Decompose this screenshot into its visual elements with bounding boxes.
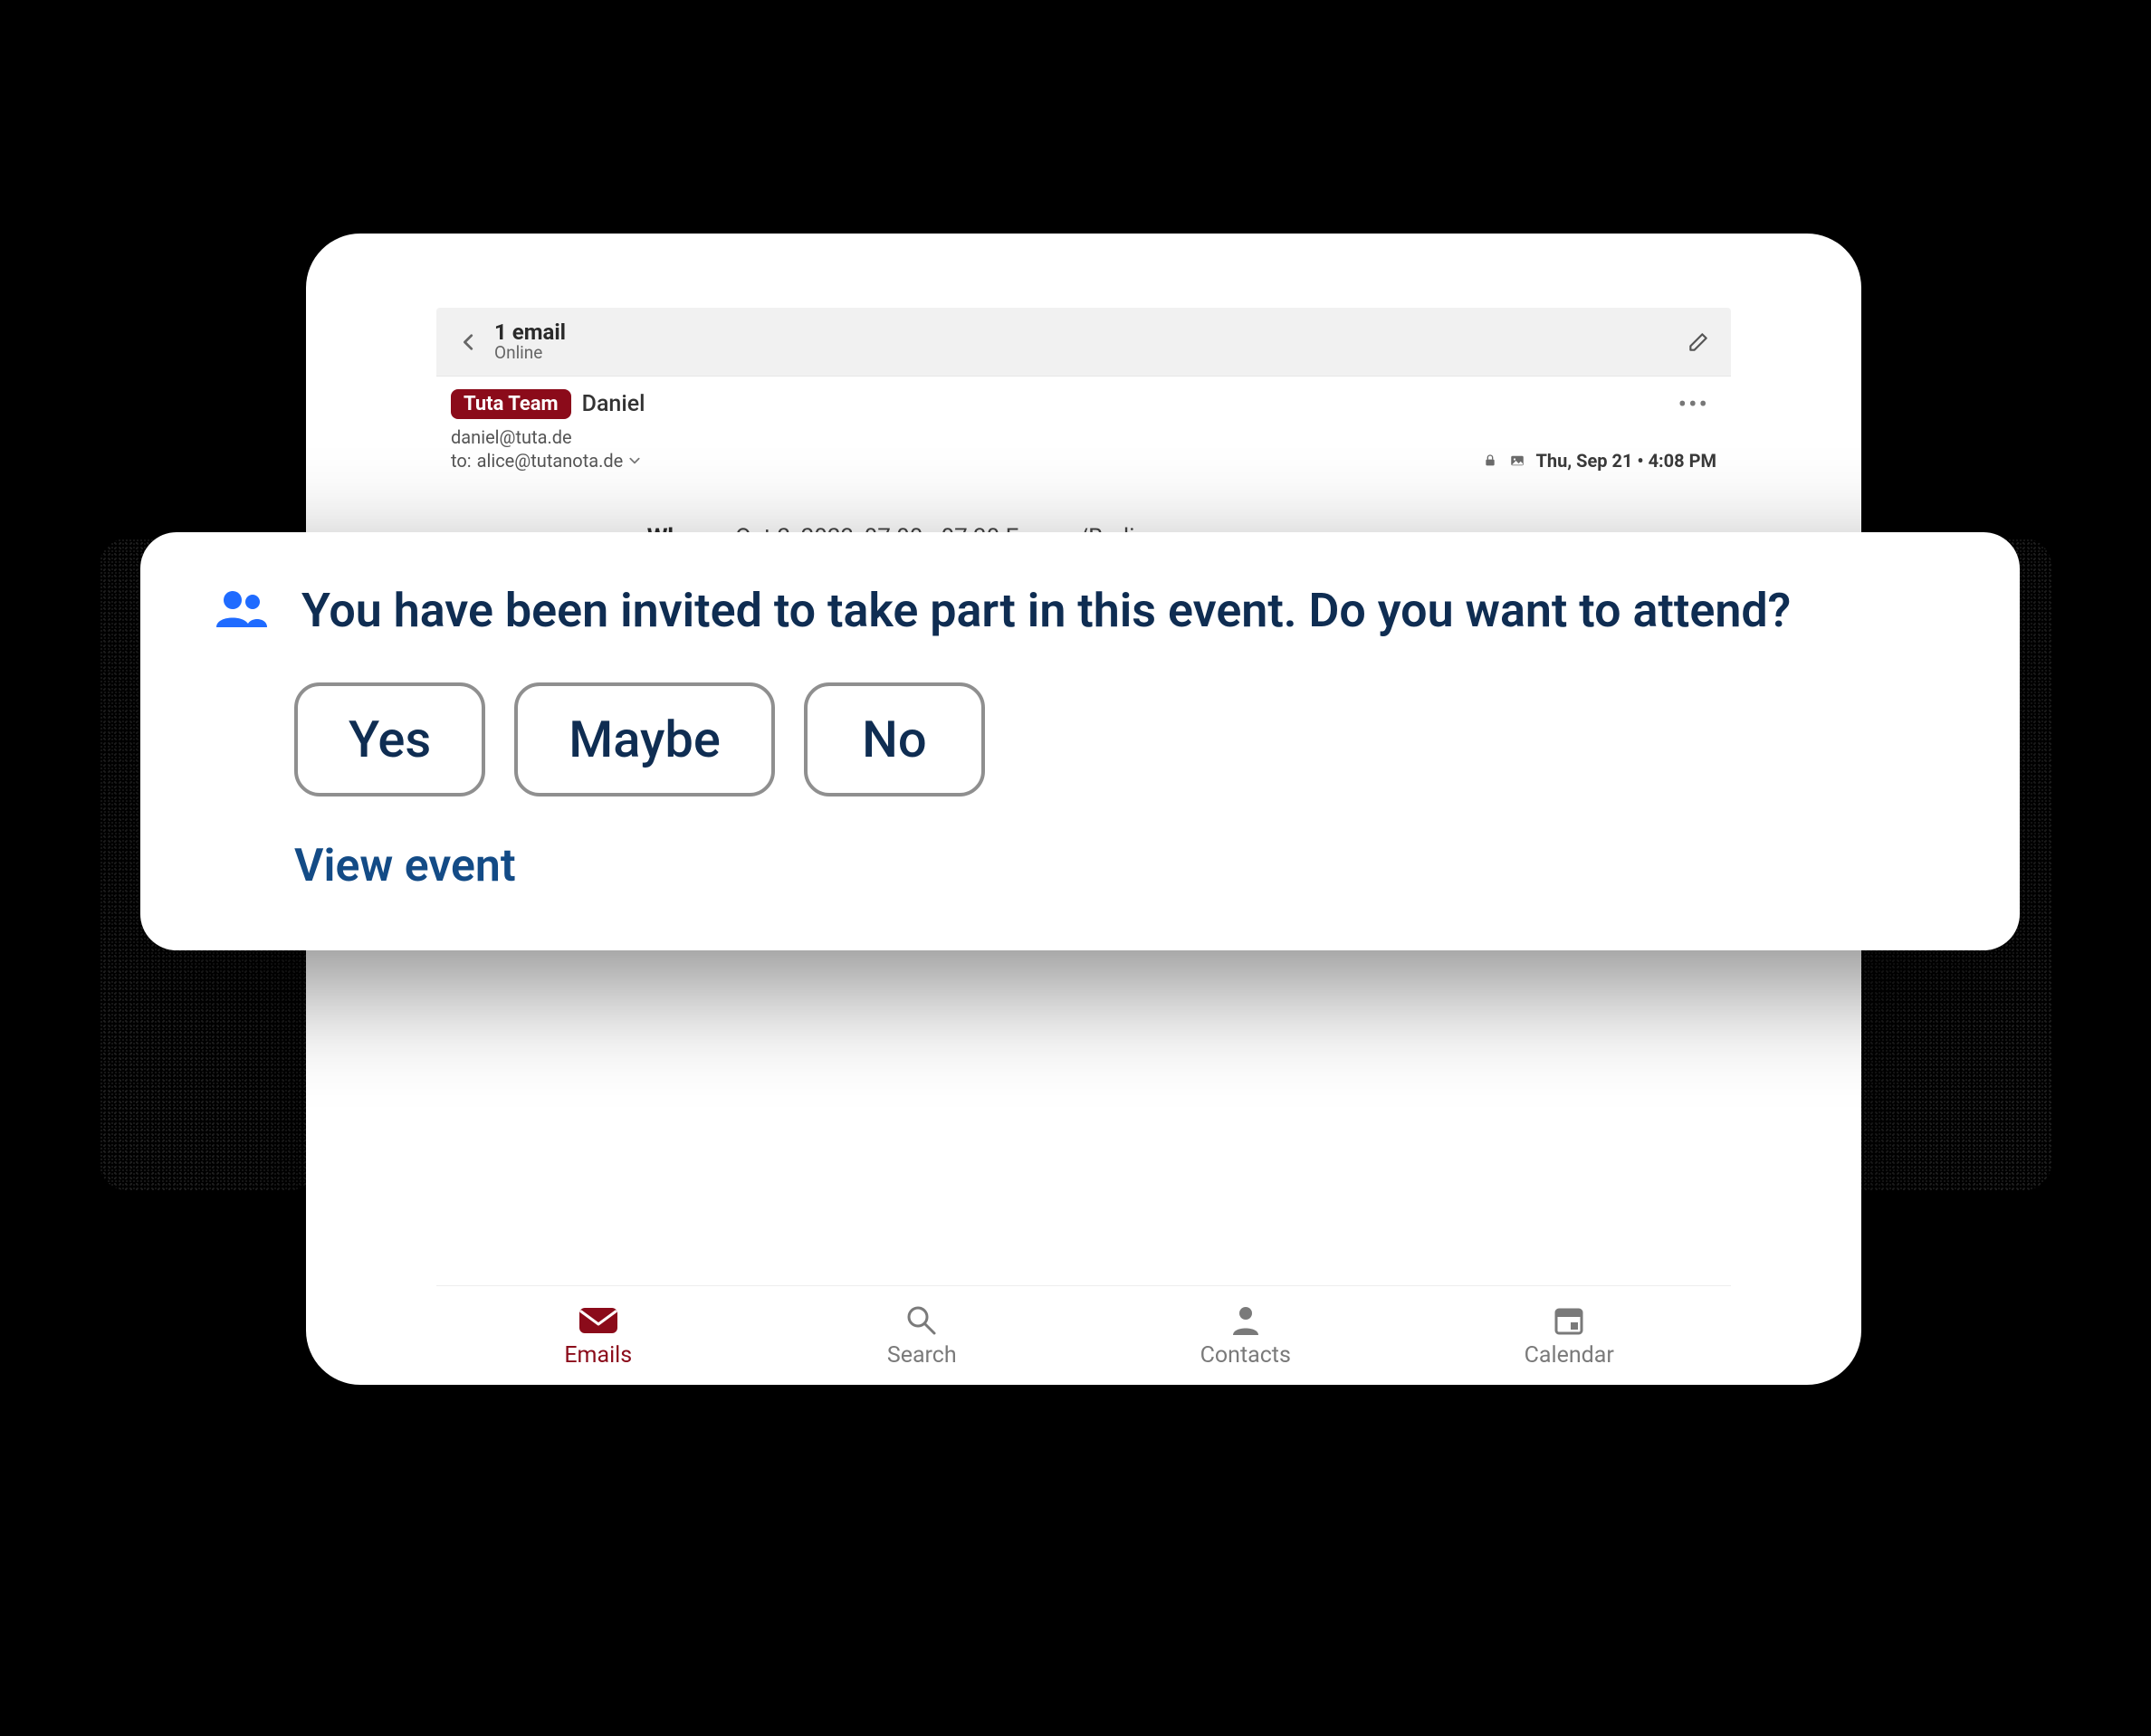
calendar-icon xyxy=(1546,1302,1592,1339)
chevron-down-icon xyxy=(628,450,641,472)
person-icon xyxy=(1223,1302,1268,1339)
nav-search-label: Search xyxy=(887,1342,957,1369)
nav-contacts[interactable]: Contacts xyxy=(1084,1286,1408,1385)
back-button[interactable] xyxy=(451,324,487,360)
compose-icon xyxy=(1687,330,1710,354)
recipient-email: alice@tutanota.de xyxy=(477,450,624,472)
rsvp-yes-button[interactable]: Yes xyxy=(294,682,485,796)
nav-calendar[interactable]: Calendar xyxy=(1408,1286,1732,1385)
compose-button[interactable] xyxy=(1680,324,1716,360)
search-icon xyxy=(899,1302,944,1339)
image-icon xyxy=(1508,452,1526,470)
rsvp-modal: You have been invited to take part in th… xyxy=(140,532,2020,950)
lock-icon xyxy=(1481,452,1499,470)
team-badge: Tuta Team xyxy=(451,389,571,419)
connection-status: Online xyxy=(494,344,1680,363)
view-event-link[interactable]: View event xyxy=(294,840,516,892)
mail-list-header: 1 email Online xyxy=(436,308,1731,377)
message-date: Thu, Sep 21 • 4:08 PM xyxy=(1535,450,1716,472)
sender-row: Tuta Team Daniel ••• xyxy=(436,377,1731,426)
nav-contacts-label: Contacts xyxy=(1200,1342,1291,1369)
to-prefix: to: xyxy=(451,450,472,472)
sender-email: daniel@tuta.de xyxy=(451,426,641,448)
rsvp-no-button[interactable]: No xyxy=(804,682,985,796)
more-menu-button[interactable]: ••• xyxy=(1671,389,1716,419)
nav-search[interactable]: Search xyxy=(760,1286,1085,1385)
mail-icon xyxy=(576,1302,621,1339)
nav-calendar-label: Calendar xyxy=(1525,1342,1614,1369)
bottom-nav: Emails Search Contacts Calendar xyxy=(436,1285,1731,1385)
sender-name: Daniel xyxy=(582,391,645,417)
people-icon xyxy=(213,587,271,634)
chevron-left-icon xyxy=(459,332,479,352)
rsvp-maybe-button[interactable]: Maybe xyxy=(514,682,775,796)
rsvp-prompt: You have been invited to take part in th… xyxy=(301,583,1791,639)
nav-emails[interactable]: Emails xyxy=(436,1286,760,1385)
recipient-line[interactable]: to: alice@tutanota.de xyxy=(451,450,641,472)
mail-count: 1 email xyxy=(494,320,1680,344)
message-meta: daniel@tuta.de to: alice@tutanota.de Thu… xyxy=(436,426,1731,482)
nav-emails-label: Emails xyxy=(564,1342,632,1369)
